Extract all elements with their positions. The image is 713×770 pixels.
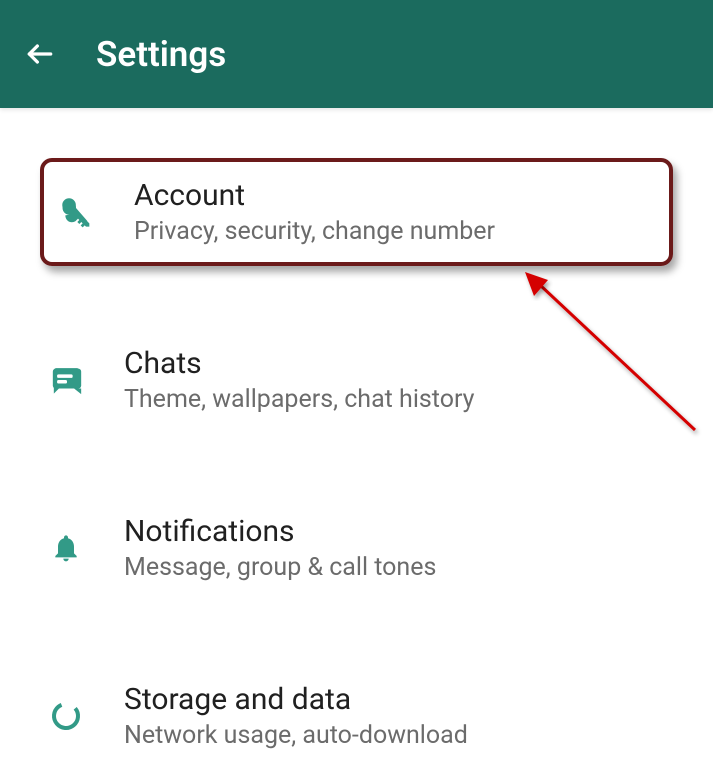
text-container: Notifications Message, group & call tone…: [124, 514, 689, 582]
item-title: Account: [134, 178, 653, 213]
item-title: Chats: [124, 346, 689, 381]
item-subtitle: Message, group & call tones: [124, 553, 689, 582]
item-subtitle: Network usage, auto-download: [124, 721, 689, 750]
icon-container: [50, 700, 100, 732]
item-subtitle: Privacy, security, change number: [134, 217, 653, 246]
data-icon: [50, 700, 82, 732]
text-container: Storage and data Network usage, auto-dow…: [124, 682, 689, 750]
settings-list: Account Privacy, security, change number…: [0, 108, 713, 770]
icon-container: [50, 532, 100, 564]
item-title: Storage and data: [124, 682, 689, 717]
arrow-left-icon: [24, 38, 56, 70]
settings-item-notifications[interactable]: Notifications Message, group & call tone…: [0, 494, 713, 602]
icon-container: [60, 196, 110, 228]
settings-item-storage[interactable]: Storage and data Network usage, auto-dow…: [0, 662, 713, 770]
icon-container: [50, 363, 100, 397]
item-subtitle: Theme, wallpapers, chat history: [124, 385, 689, 414]
key-icon: [60, 196, 92, 228]
page-title: Settings: [96, 34, 226, 75]
text-container: Account Privacy, security, change number: [134, 178, 653, 246]
settings-item-account[interactable]: Account Privacy, security, change number: [40, 158, 673, 266]
item-title: Notifications: [124, 514, 689, 549]
bell-icon: [50, 532, 82, 564]
back-button[interactable]: [24, 38, 56, 70]
header: Settings: [0, 0, 713, 108]
text-container: Chats Theme, wallpapers, chat history: [124, 346, 689, 414]
settings-item-chats[interactable]: Chats Theme, wallpapers, chat history: [0, 326, 713, 434]
chat-icon: [50, 363, 84, 397]
